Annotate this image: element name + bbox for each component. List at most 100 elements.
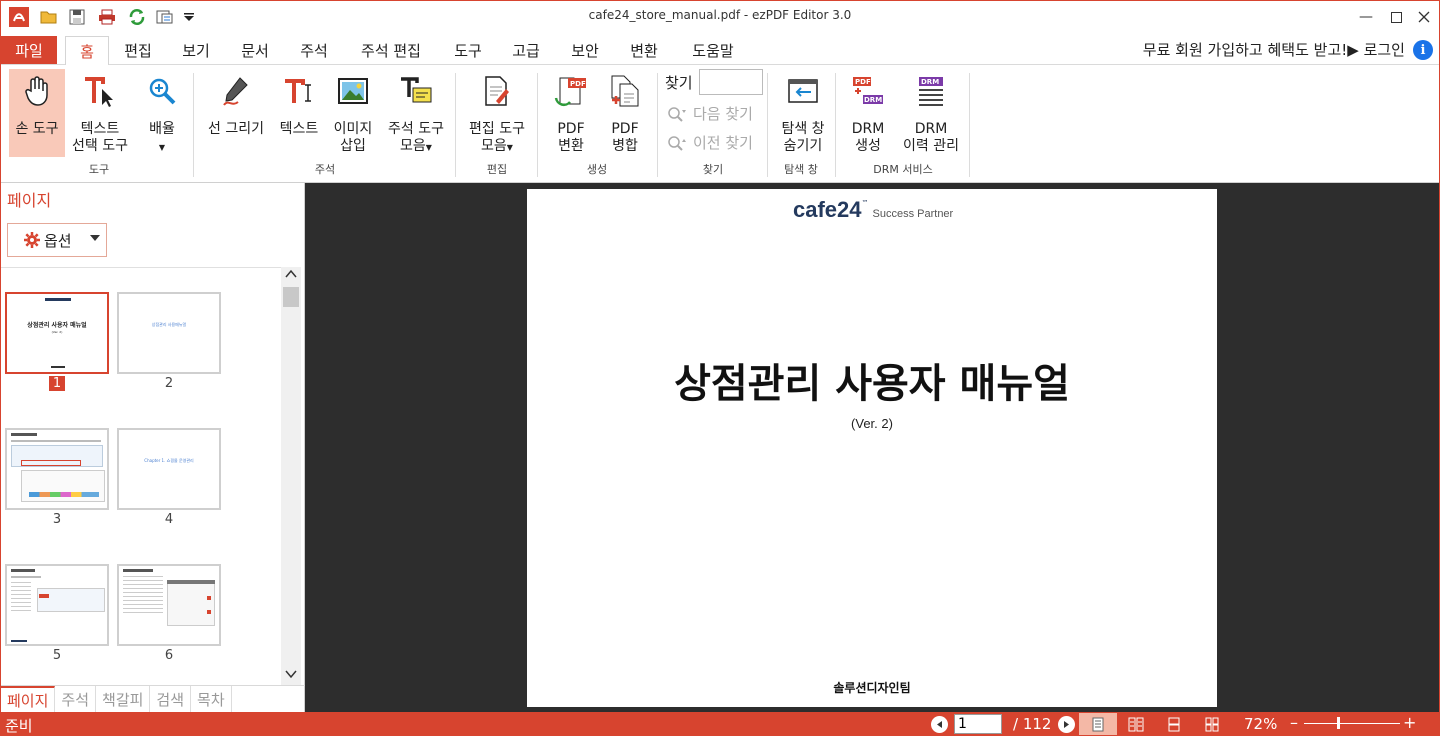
zoom-out-button[interactable]: –	[1290, 713, 1298, 732]
svg-text:DRM: DRM	[921, 78, 939, 86]
tab-home[interactable]: 홈	[65, 36, 109, 65]
nav-pane-hide-button[interactable]: 탐색 창 숨기기	[773, 69, 833, 157]
edit-tools-button[interactable]: 편집 도구 모음▼	[461, 69, 533, 157]
thumbnail-label: 4	[164, 512, 174, 527]
edit-document-icon	[477, 71, 517, 111]
tab-view[interactable]: 보기	[173, 36, 219, 65]
pdf-convert-icon: PDF	[551, 71, 591, 111]
page-thumbnail[interactable]: Chapter 1. 쇼핑몰 운영관리	[117, 428, 221, 510]
document-version: (Ver. 2)	[851, 416, 893, 431]
panel-tabs: 페이지 주석 책갈피 검색 목차	[1, 685, 305, 712]
page-thumbnail[interactable]	[117, 564, 221, 646]
single-page-view-button[interactable]	[1079, 713, 1117, 735]
find-next-button[interactable]: 다음 찾기	[667, 103, 753, 124]
image-insert-button[interactable]: 이미지 삽입	[327, 69, 379, 157]
tab-tools[interactable]: 도구	[445, 36, 491, 65]
panel-tab-search[interactable]: 검색	[150, 686, 192, 712]
panel-tab-pages[interactable]: 페이지	[1, 686, 56, 712]
thumbnail-label: 1	[5, 376, 109, 391]
tab-help[interactable]: 도움말	[681, 36, 745, 65]
zoom-in-button[interactable]: +	[1403, 713, 1416, 732]
page-thumbnail[interactable]	[5, 428, 109, 510]
prev-page-button[interactable]	[931, 716, 948, 733]
document-title: 상점관리 사용자 매뉴얼	[674, 361, 1070, 407]
zoom-level: 72%	[1244, 715, 1278, 733]
group-label-tools: 도구	[88, 163, 110, 176]
single-page-icon	[1092, 717, 1104, 731]
menu-bar: 파일 홈 편집 보기 문서 주석 주석 편집 도구 고급 보안 변환 도움말 무…	[1, 33, 1439, 65]
chevron-down-icon: ▼	[506, 143, 513, 152]
next-page-button[interactable]	[1058, 716, 1075, 733]
zoom-button[interactable]: 배율 ▼	[139, 69, 185, 157]
image-icon	[333, 71, 373, 111]
chevron-down-icon[interactable]	[90, 235, 100, 241]
tab-edit[interactable]: 편집	[115, 36, 161, 65]
drm-create-button[interactable]: PDF DRM DRM 생성	[843, 69, 893, 157]
ribbon-separator	[657, 73, 658, 177]
next-arrow-icon	[1064, 721, 1069, 728]
tab-document[interactable]: 문서	[232, 36, 278, 65]
drm-create-icon: PDF DRM	[848, 71, 888, 111]
pdf-convert-button[interactable]: PDF PDF 변환	[545, 69, 597, 157]
options-button[interactable]: 옵션	[7, 223, 107, 257]
scrollbar-thumb[interactable]	[283, 287, 299, 307]
page-number-input[interactable]	[954, 714, 1002, 734]
grid-view-button[interactable]	[1193, 713, 1231, 735]
find-prev-icon	[668, 135, 686, 151]
ribbon-separator	[969, 73, 970, 177]
info-icon[interactable]: i	[1413, 40, 1433, 60]
two-page-icon	[1128, 717, 1144, 731]
line-draw-button[interactable]: 선 그리기	[201, 69, 271, 157]
text-annotation-button[interactable]: 텍스트	[273, 69, 325, 157]
promo-login-link[interactable]: 무료 회원 가입하고 혜택도 받고!▶ 로그인	[1143, 39, 1405, 60]
ribbon-separator	[835, 73, 836, 177]
close-button[interactable]	[1409, 5, 1439, 29]
cafe24-logo: cafe24 ™ Success Partner	[793, 197, 954, 222]
find-row: 찾기	[665, 69, 763, 95]
group-label-drm: DRM 서비스	[873, 163, 933, 176]
file-menu-tab[interactable]: 파일	[1, 36, 57, 64]
zoom-slider-handle[interactable]	[1337, 717, 1340, 729]
drm-history-icon: DRM	[911, 71, 951, 111]
group-label-find: 찾기	[702, 163, 724, 176]
panel-tab-bookmarks[interactable]: 책갈피	[96, 686, 151, 712]
ribbon-separator	[193, 73, 194, 177]
panel-title: 페이지	[7, 191, 52, 210]
continuous-view-button[interactable]	[1155, 713, 1193, 735]
panel-tab-annotations[interactable]: 주석	[55, 686, 97, 712]
thumbnail-list: 상점관리 사용자 매뉴얼 (Ver. 2) 1 상점관리 사용매뉴얼 2 3 C…	[1, 267, 281, 685]
title-bar: cafe24_store_manual.pdf - ezPDF Editor 3…	[1, 1, 1439, 33]
find-prev-button[interactable]: 이전 찾기	[667, 132, 753, 153]
zoom-slider[interactable]	[1304, 723, 1400, 724]
page-thumbnail[interactable]: 상점관리 사용매뉴얼	[117, 292, 221, 374]
scroll-down-icon[interactable]	[285, 669, 297, 682]
drm-history-button[interactable]: DRM DRM 이력 관리	[897, 69, 965, 157]
panel-tab-toc[interactable]: 목차	[191, 686, 232, 712]
tab-annotation[interactable]: 주석	[291, 36, 337, 65]
tab-convert[interactable]: 변환	[621, 36, 667, 65]
find-input[interactable]	[698, 69, 763, 95]
maximize-button[interactable]	[1381, 5, 1411, 29]
minimize-button[interactable]: —	[1351, 5, 1381, 29]
text-select-tool-button[interactable]: 텍스트 선택 도구	[67, 69, 133, 157]
tab-security[interactable]: 보안	[562, 36, 608, 65]
pdf-merge-icon	[605, 71, 645, 111]
two-page-view-button[interactable]	[1117, 713, 1155, 735]
page-thumbnail[interactable]	[5, 564, 109, 646]
document-footer: 솔루션디자인팀	[833, 681, 911, 695]
annotation-tools-button[interactable]: 주석 도구 모음▼	[381, 69, 451, 157]
page-thumbnail[interactable]: 상점관리 사용자 매뉴얼 (Ver. 2)	[5, 292, 109, 374]
svg-text:PDF: PDF	[570, 80, 586, 88]
hand-icon	[17, 71, 57, 111]
grid-page-icon	[1205, 717, 1219, 731]
document-page: cafe24 ™ Success Partner 상점관리 사용자 매뉴얼 (V…	[527, 189, 1217, 707]
tab-advanced[interactable]: 고급	[503, 36, 549, 65]
thumbnail-scrollbar[interactable]	[281, 267, 301, 685]
tab-annotation-edit[interactable]: 주석 편집	[349, 36, 433, 65]
document-viewer[interactable]: cafe24 ™ Success Partner 상점관리 사용자 매뉴얼 (V…	[305, 183, 1439, 712]
prev-arrow-icon	[937, 721, 942, 728]
pdf-merge-button[interactable]: PDF 병합	[599, 69, 651, 157]
scroll-up-icon[interactable]	[285, 269, 297, 282]
hand-tool-button[interactable]: 손 도구	[9, 69, 65, 157]
ribbon-toolbar: 손 도구 텍스트 선택 도구 배율 ▼ 도구 선 그리기 텍스트 이미지 삽입 …	[1, 65, 1439, 183]
